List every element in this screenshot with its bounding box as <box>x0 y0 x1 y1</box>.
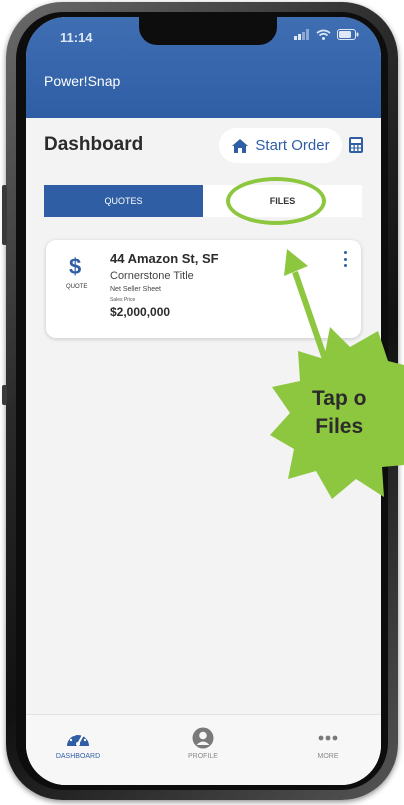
status-time: 11:14 <box>60 30 93 45</box>
signal-icon <box>294 29 309 40</box>
dollar-icon: $ <box>69 254 82 279</box>
profile-icon <box>192 727 214 749</box>
quote-company: Cornerstone Title <box>110 270 194 282</box>
calculator-icon[interactable] <box>348 136 364 154</box>
files-highlight-ring <box>226 177 326 225</box>
tab-bar-profile[interactable]: PROFILE <box>163 727 243 760</box>
side-button <box>2 385 7 405</box>
dashboard-gauge-icon <box>67 733 89 746</box>
more-icon <box>318 735 338 741</box>
wifi-icon <box>316 29 331 40</box>
tab-quotes[interactable]: QUOTES <box>44 185 203 217</box>
home-icon <box>232 138 249 153</box>
app-title: Power!Snap <box>44 73 121 89</box>
tab-bar-more[interactable]: MORE <box>288 727 368 760</box>
callout-line-1: Tap o <box>312 387 367 410</box>
tab-bar-label: PROFILE <box>188 753 218 760</box>
quote-document-type: Net Seller Sheet <box>110 286 161 293</box>
kebab-menu-icon[interactable] <box>342 251 348 267</box>
quote-type-label: QUOTE <box>66 284 88 290</box>
bottom-tab-bar: DASHBOARD PROFILE MORE <box>26 714 381 785</box>
page-title: Dashboard <box>44 134 144 155</box>
device-notch <box>139 17 277 45</box>
tab-bar-dashboard[interactable]: DASHBOARD <box>38 727 118 760</box>
callout-text: Tap o Files <box>312 385 366 441</box>
battery-icon <box>337 29 359 40</box>
status-icons <box>294 29 359 40</box>
callout-line-2: Files <box>315 415 364 438</box>
tab-bar-label: DASHBOARD <box>55 753 101 760</box>
quote-price: $2,000,000 <box>110 305 171 319</box>
tab-bar-label: MORE <box>317 753 339 760</box>
start-order-button[interactable]: Start Order <box>219 128 342 163</box>
start-order-label: Start Order <box>255 137 330 154</box>
quote-address: 44 Amazon St, SF <box>110 251 219 266</box>
price-label: Sales Price <box>110 297 136 303</box>
side-button <box>2 185 7 245</box>
